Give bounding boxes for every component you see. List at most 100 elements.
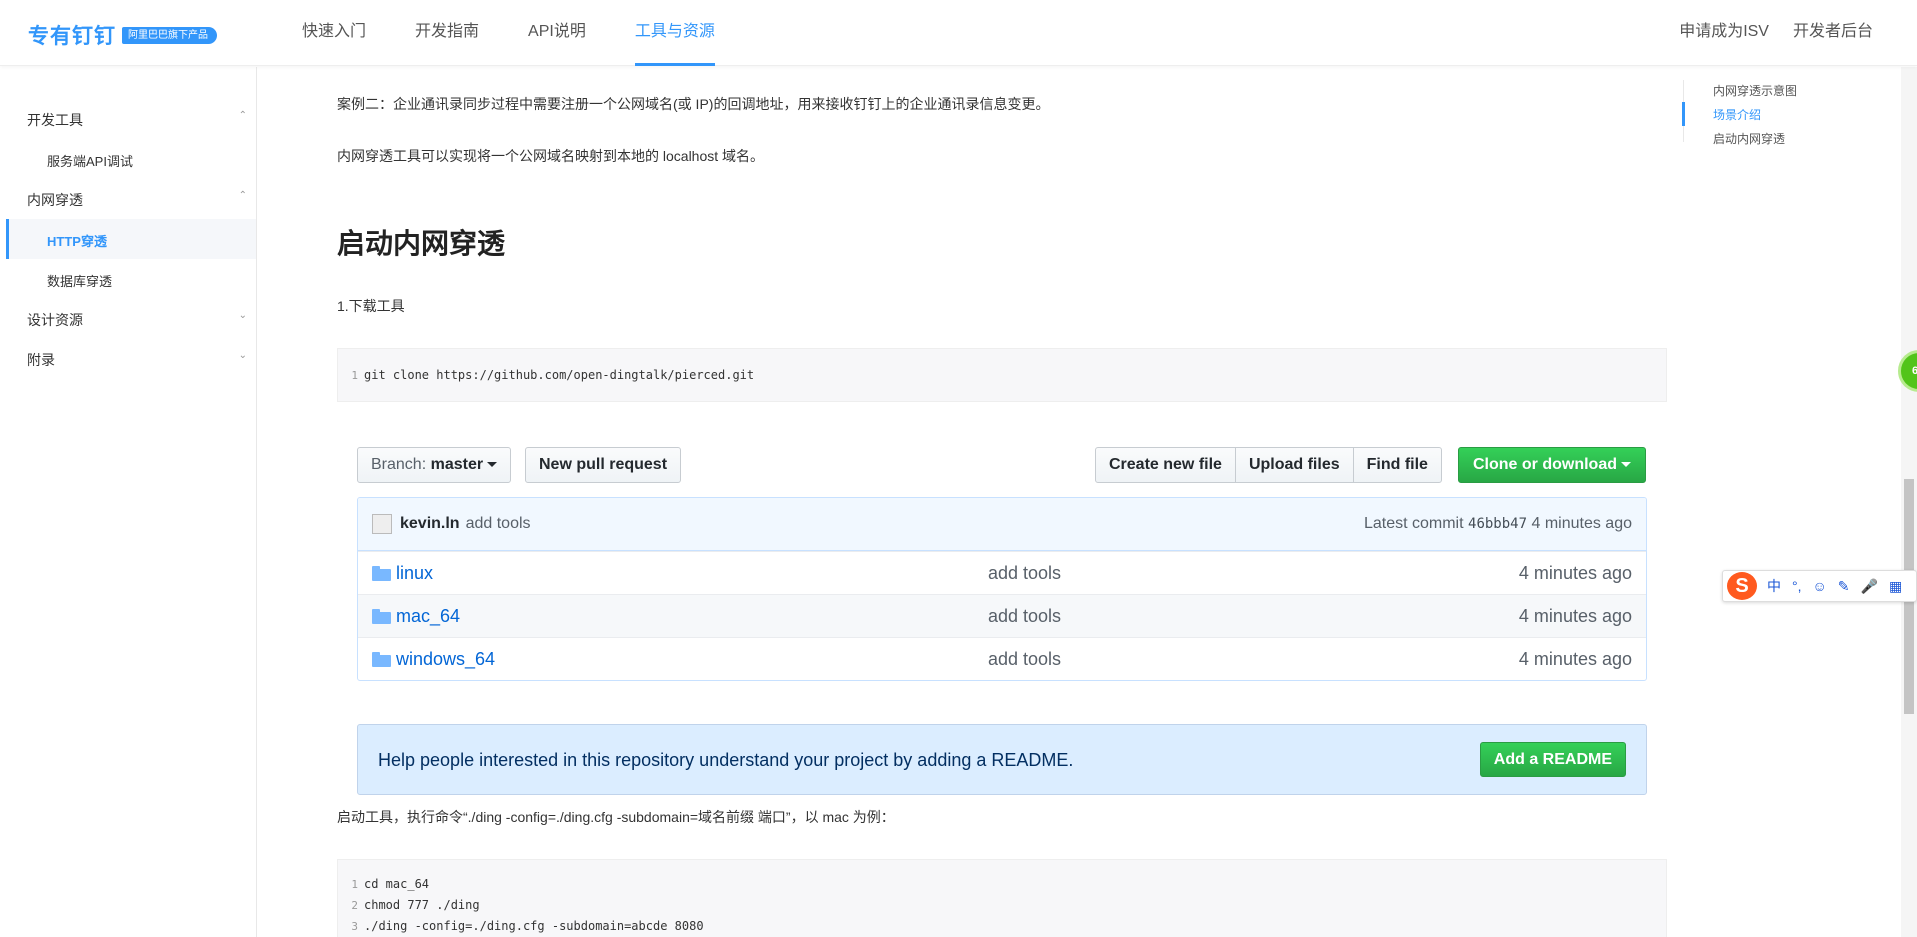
- ime-pen-icon[interactable]: ✎: [1838, 578, 1850, 595]
- sogou-logo-icon[interactable]: S: [1727, 572, 1757, 600]
- logo-text: 专有钉钉: [28, 25, 116, 48]
- new-pull-request-button[interactable]: New pull request: [525, 447, 682, 483]
- nav-dev-console[interactable]: 开发者后台: [1793, 0, 1873, 66]
- branch-label: Branch:: [371, 456, 427, 473]
- chevron-down-icon: ⌄: [238, 310, 247, 321]
- sidebar-group-intranet[interactable]: 内网穿透 ⌃: [27, 190, 247, 210]
- sidebar-group-dev-tools[interactable]: 开发工具 ⌃: [27, 110, 247, 130]
- nav-api[interactable]: API说明: [528, 0, 586, 66]
- file-name-link[interactable]: mac_64: [396, 606, 460, 627]
- folder-icon: [372, 652, 391, 667]
- code-text: cd mac_64: [364, 877, 430, 891]
- sidebar-group-label: 附录: [27, 352, 55, 368]
- line-number: 1: [351, 878, 358, 891]
- latest-commit-label: Latest commit: [1363, 515, 1464, 532]
- nav-tools-resources[interactable]: 工具与资源: [634, 0, 715, 66]
- nav-quickstart[interactable]: 快速入门: [302, 0, 366, 66]
- step-run: 启动工具，执行命令“./ding -config=./ding.cfg -sub…: [337, 809, 895, 825]
- chevron-up-icon: ⌃: [238, 190, 247, 201]
- upload-files-button[interactable]: Upload files: [1234, 447, 1354, 483]
- file-row: windows_64 add tools 4 minutes ago: [358, 637, 1646, 680]
- folder-icon: [372, 609, 391, 624]
- file-age: 4 minutes ago: [1518, 606, 1632, 626]
- toc-item-diagram[interactable]: 内网穿透示意图: [1713, 82, 1797, 99]
- sidebar-item-db[interactable]: 数据库穿透: [47, 271, 112, 290]
- file-row: mac_64 add tools 4 minutes ago: [358, 594, 1646, 637]
- ime-emoji-icon[interactable]: ☺: [1813, 578, 1827, 594]
- sidebar-item-api-debug[interactable]: 服务端API调试: [47, 151, 133, 170]
- readme-prompt: Help people interested in this repositor…: [357, 724, 1647, 795]
- sidebar-group-label: 内网穿透: [27, 192, 83, 208]
- line-number: 3: [351, 920, 358, 933]
- nav-apply-isv[interactable]: 申请成为ISV: [1679, 0, 1769, 66]
- caret-down-icon: [1621, 462, 1631, 468]
- code-block-run[interactable]: 1 cd mac_64 2 chmod 777 ./ding 3 ./ding …: [337, 859, 1667, 937]
- avatar[interactable]: [372, 514, 392, 534]
- file-name-link[interactable]: windows_64: [396, 649, 495, 670]
- sidebar-active-highlight: [6, 219, 256, 259]
- code-line: 2 chmod 777 ./ding: [338, 895, 1666, 916]
- latest-commit-row: kevin.ln add tools Latest commit 46bbb47…: [358, 498, 1646, 551]
- add-readme-button[interactable]: Add a README: [1479, 742, 1626, 777]
- commit-age: 4 minutes ago: [1531, 515, 1632, 532]
- find-file-button[interactable]: Find file: [1352, 447, 1442, 483]
- file-name-link[interactable]: linux: [396, 563, 433, 584]
- toc-item-start[interactable]: 启动内网穿透: [1713, 130, 1785, 147]
- commit-info: kevin.ln add tools: [372, 514, 531, 534]
- sidebar-group-label: 开发工具: [27, 112, 83, 128]
- commit-sha[interactable]: 46bbb47: [1468, 516, 1527, 532]
- paragraph-tool: 内网穿透工具可以实现将一个公网域名映射到本地的 localhost 域名。: [337, 148, 765, 164]
- ime-toolbar: S 中 °, ☺ ✎ 🎤 ▦: [1722, 570, 1917, 602]
- clone-label: Clone or download: [1473, 456, 1617, 473]
- code-block-clone[interactable]: 1 git clone https://github.com/open-ding…: [337, 348, 1667, 402]
- branch-value: master: [430, 456, 484, 473]
- file-commit-message[interactable]: add tools: [988, 649, 1061, 670]
- commit-meta: Latest commit 46bbb47 4 minutes ago: [1364, 515, 1632, 533]
- ime-punctuation-icon[interactable]: °,: [1792, 578, 1802, 594]
- file-age: 4 minutes ago: [1518, 649, 1632, 669]
- toc-item-scenario[interactable]: 场景介绍: [1713, 106, 1761, 123]
- caret-down-icon: [487, 462, 498, 468]
- ime-grid-icon[interactable]: ▦: [1889, 578, 1902, 595]
- code-text: ./ding -config=./ding.cfg -subdomain=abc…: [364, 919, 704, 933]
- chevron-up-icon: ⌃: [238, 110, 247, 121]
- code-line: 3 ./ding -config=./ding.cfg -subdomain=a…: [338, 916, 1666, 937]
- file-table: kevin.ln add tools Latest commit 46bbb47…: [357, 497, 1647, 681]
- line-number: 1: [351, 369, 358, 382]
- sidebar-item-http[interactable]: HTTP穿透: [47, 231, 107, 250]
- sidebar-group-appendix[interactable]: 附录 ⌄: [27, 350, 247, 370]
- ime-chinese-mode[interactable]: 中: [1767, 576, 1781, 596]
- code-line: 1 cd mac_64: [338, 874, 1666, 895]
- sidebar: 开发工具 ⌃ 服务端API调试 内网穿透 ⌃ HTTP穿透 数据库穿透 设计资源…: [0, 67, 257, 937]
- clone-or-download-button[interactable]: Clone or download: [1458, 447, 1646, 483]
- file-commit-message[interactable]: add tools: [988, 606, 1061, 627]
- code-text: git clone https://github.com/open-dingta…: [364, 368, 755, 382]
- toc-active-marker: [1682, 102, 1685, 126]
- nav-right: 申请成为ISV 开发者后台: [1655, 0, 1873, 66]
- file-commit-message[interactable]: add tools: [988, 563, 1061, 584]
- readme-prompt-text: Help people interested in this repositor…: [378, 750, 1074, 770]
- file-age: 4 minutes ago: [1518, 563, 1632, 583]
- create-new-file-button[interactable]: Create new file: [1095, 447, 1236, 483]
- paragraph-case2: 案例二：企业通讯录同步过程中需要注册一个公网域名(或 IP)的回调地址，用来接收…: [337, 96, 1050, 112]
- chevron-down-icon: ⌄: [238, 350, 247, 361]
- top-header: 专有钉钉 阿里巴巴旗下产品 快速入门 开发指南 API说明 工具与资源 申请成为…: [0, 0, 1917, 66]
- step-download: 1.下载工具: [337, 298, 405, 314]
- nav-dev-guide[interactable]: 开发指南: [415, 0, 479, 66]
- section-heading: 启动内网穿透: [337, 228, 506, 259]
- code-line: 1 git clone https://github.com/open-ding…: [338, 365, 1666, 386]
- file-actions-group: Create new file Upload files Find file: [1095, 447, 1442, 483]
- branch-select-button[interactable]: Branch: master: [357, 447, 512, 483]
- logo[interactable]: 专有钉钉 阿里巴巴旗下产品: [28, 20, 217, 50]
- main-nav: 快速入门 开发指南 API说明 工具与资源: [302, 0, 764, 66]
- commit-message[interactable]: add tools: [466, 515, 531, 533]
- line-number: 2: [351, 899, 358, 912]
- folder-icon: [372, 566, 391, 581]
- commit-author[interactable]: kevin.ln: [400, 515, 460, 533]
- scrollbar[interactable]: [1901, 67, 1917, 937]
- sidebar-group-design[interactable]: 设计资源 ⌄: [27, 310, 247, 330]
- sidebar-group-label: 设计资源: [27, 312, 83, 328]
- logo-badge: 阿里巴巴旗下产品: [122, 26, 217, 44]
- code-text: chmod 777 ./ding: [364, 898, 480, 912]
- ime-microphone-icon[interactable]: 🎤: [1861, 578, 1878, 595]
